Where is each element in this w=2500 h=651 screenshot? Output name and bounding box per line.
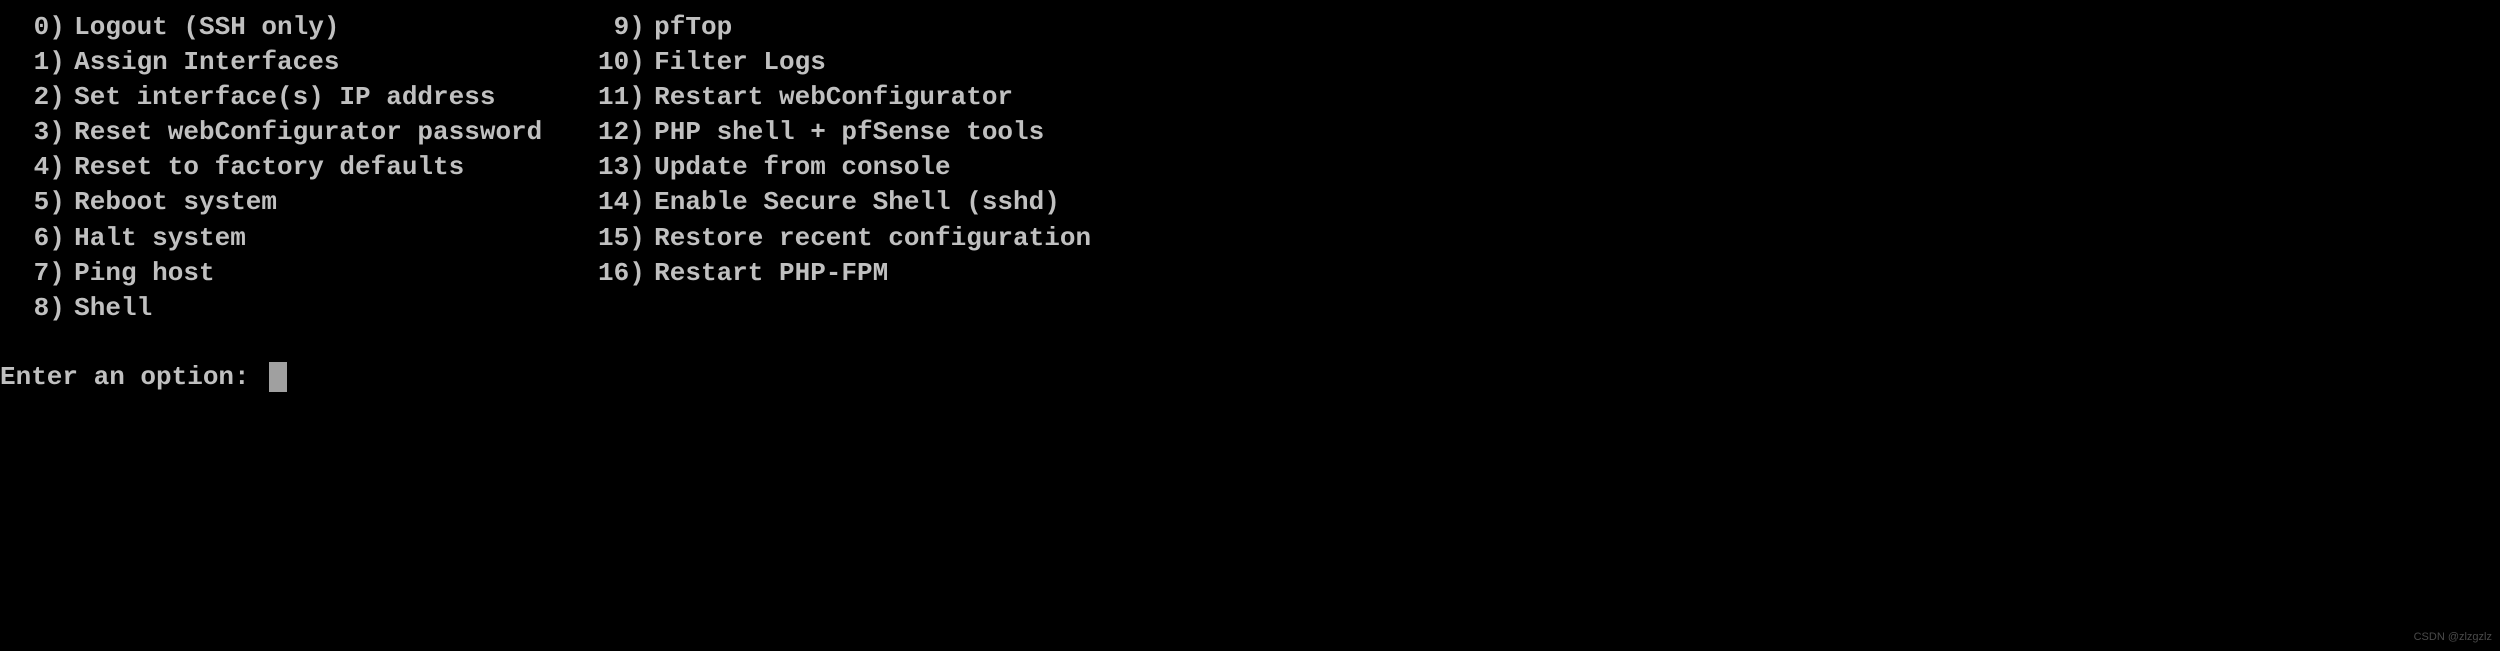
menu-item-restart-phpfpm[interactable]: 16)Restart PHP-FPM — [598, 256, 1091, 291]
menu-item-logout[interactable]: 0)Logout (SSH only) — [18, 10, 588, 45]
menu-item-label: Reset webConfigurator password — [74, 115, 542, 150]
menu-item-number: 0 — [18, 10, 49, 45]
watermark: CSDN @zlzgzlz — [2414, 630, 2492, 645]
prompt-row[interactable]: Enter an option: — [0, 360, 2500, 395]
menu-item-number: 13 — [598, 150, 629, 185]
menu-item-label: PHP shell + pfSense tools — [654, 115, 1044, 150]
menu-item-number: 1 — [18, 45, 49, 80]
console-menu: 0)Logout (SSH only) 1)Assign Interfaces … — [0, 10, 2500, 326]
paren: ) — [629, 185, 654, 220]
menu-item-number: 10 — [598, 45, 629, 80]
menu-item-label: Assign Interfaces — [74, 45, 339, 80]
paren: ) — [49, 80, 74, 115]
menu-item-label: Reset to factory defaults — [74, 150, 464, 185]
menu-item-ping[interactable]: 7)Ping host — [18, 256, 588, 291]
menu-item-number: 9 — [598, 10, 629, 45]
paren: ) — [629, 256, 654, 291]
menu-item-assign-interfaces[interactable]: 1)Assign Interfaces — [18, 45, 588, 80]
cursor-icon — [269, 362, 287, 392]
menu-item-number: 12 — [598, 115, 629, 150]
menu-item-label: Update from console — [654, 150, 950, 185]
menu-item-label: Restart PHP-FPM — [654, 256, 888, 291]
menu-item-filter-logs[interactable]: 10)Filter Logs — [598, 45, 1091, 80]
paren: ) — [49, 185, 74, 220]
paren: ) — [49, 291, 74, 326]
paren: ) — [49, 45, 74, 80]
prompt-label: Enter an option: — [0, 360, 265, 395]
menu-item-reset-password[interactable]: 3)Reset webConfigurator password — [18, 115, 588, 150]
menu-item-number: 2 — [18, 80, 49, 115]
menu-item-number: 5 — [18, 185, 49, 220]
menu-column-left: 0)Logout (SSH only) 1)Assign Interfaces … — [18, 10, 588, 326]
menu-item-set-ip[interactable]: 2)Set interface(s) IP address — [18, 80, 588, 115]
menu-item-label: Enable Secure Shell (sshd) — [654, 185, 1060, 220]
menu-item-label: Reboot system — [74, 185, 277, 220]
paren: ) — [629, 115, 654, 150]
menu-item-reboot[interactable]: 5)Reboot system — [18, 185, 588, 220]
paren: ) — [49, 256, 74, 291]
menu-column-right: 9)pfTop 10)Filter Logs 11)Restart webCon… — [588, 10, 1091, 326]
menu-item-pftop[interactable]: 9)pfTop — [598, 10, 1091, 45]
menu-item-number: 4 — [18, 150, 49, 185]
menu-item-label: Logout (SSH only) — [74, 10, 339, 45]
menu-item-restore-config[interactable]: 15)Restore recent configuration — [598, 221, 1091, 256]
menu-item-label: pfTop — [654, 10, 732, 45]
menu-item-label: Halt system — [74, 221, 246, 256]
paren: ) — [629, 80, 654, 115]
menu-item-number: 15 — [598, 221, 629, 256]
menu-item-label: Restart webConfigurator — [654, 80, 1013, 115]
menu-item-label: Ping host — [74, 256, 214, 291]
paren: ) — [629, 221, 654, 256]
menu-item-factory-reset[interactable]: 4)Reset to factory defaults — [18, 150, 588, 185]
menu-item-label: Shell — [74, 291, 152, 326]
menu-item-label: Filter Logs — [654, 45, 826, 80]
menu-item-number: 8 — [18, 291, 49, 326]
menu-item-number: 11 — [598, 80, 629, 115]
paren: ) — [629, 10, 654, 45]
paren: ) — [49, 115, 74, 150]
paren: ) — [629, 150, 654, 185]
menu-item-number: 6 — [18, 221, 49, 256]
menu-item-label: Restore recent configuration — [654, 221, 1091, 256]
menu-item-number: 3 — [18, 115, 49, 150]
menu-item-shell[interactable]: 8)Shell — [18, 291, 588, 326]
menu-item-label: Set interface(s) IP address — [74, 80, 495, 115]
menu-item-php-shell[interactable]: 12)PHP shell + pfSense tools — [598, 115, 1091, 150]
menu-item-number: 7 — [18, 256, 49, 291]
paren: ) — [49, 150, 74, 185]
paren: ) — [49, 10, 74, 45]
menu-item-enable-ssh[interactable]: 14)Enable Secure Shell (sshd) — [598, 185, 1091, 220]
paren: ) — [629, 45, 654, 80]
menu-item-restart-webconfig[interactable]: 11)Restart webConfigurator — [598, 80, 1091, 115]
menu-item-update-console[interactable]: 13)Update from console — [598, 150, 1091, 185]
paren: ) — [49, 221, 74, 256]
menu-item-number: 16 — [598, 256, 629, 291]
menu-item-number: 14 — [598, 185, 629, 220]
menu-item-halt[interactable]: 6)Halt system — [18, 221, 588, 256]
